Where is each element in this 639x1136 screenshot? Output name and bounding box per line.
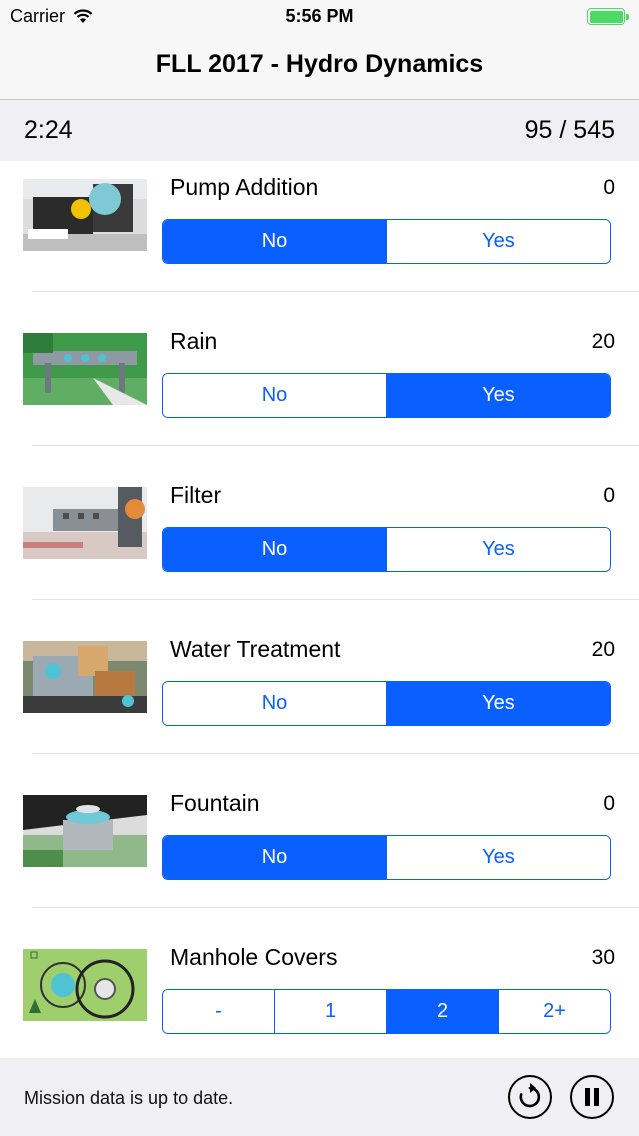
mission-points: 20 <box>591 638 615 661</box>
mission-row-rain: Rain 20 No Yes <box>0 292 639 446</box>
score-total: 95 / 545 <box>524 116 615 144</box>
pause-button[interactable] <box>570 1075 614 1119</box>
yes-option[interactable]: Yes <box>387 682 610 725</box>
mission-row-pump-addition: Pump Addition 0 No Yes <box>0 161 639 292</box>
manhole-covers-photo <box>23 949 147 1021</box>
mission-list[interactable]: Pump Addition 0 No Yes Rain 20 No Yes Fi… <box>0 161 639 1058</box>
option-none[interactable]: - <box>163 990 275 1033</box>
pause-icon <box>585 1088 599 1106</box>
pump-addition-photo <box>23 179 147 251</box>
score-info-bar: 2:24 95 / 545 <box>0 100 639 161</box>
mission-name: Fountain <box>170 790 260 816</box>
fountain-photo <box>23 795 147 867</box>
reset-icon <box>519 1083 541 1108</box>
bottom-toolbar: Mission data is up to date. <box>0 1058 639 1136</box>
no-option[interactable]: No <box>163 836 387 879</box>
mission-toggle-water-treatment[interactable]: No Yes <box>162 681 611 726</box>
mission-points: 0 <box>603 484 615 507</box>
mission-points: 0 <box>603 792 615 815</box>
yes-option[interactable]: Yes <box>387 836 610 879</box>
mission-toggle-rain[interactable]: No Yes <box>162 373 611 418</box>
mission-name: Filter <box>170 482 222 508</box>
mission-toggle-pump-addition[interactable]: No Yes <box>162 219 611 264</box>
mission-toggle-filter[interactable]: No Yes <box>162 527 611 572</box>
reset-button[interactable] <box>508 1075 552 1119</box>
mission-row-fountain: Fountain 0 No Yes <box>0 754 639 908</box>
yes-option[interactable]: Yes <box>387 528 610 571</box>
navigation-bar: FLL 2017 - Hydro Dynamics <box>0 34 639 100</box>
match-timer: 2:24 <box>24 116 73 144</box>
yes-option[interactable]: Yes <box>387 374 610 417</box>
mission-row-filter: Filter 0 No Yes <box>0 446 639 600</box>
yes-option[interactable]: Yes <box>387 220 610 263</box>
option-1[interactable]: 1 <box>275 990 387 1033</box>
battery-icon <box>587 8 629 25</box>
mission-points: 20 <box>591 330 615 353</box>
mission-name: Pump Addition <box>170 174 319 200</box>
no-option[interactable]: No <box>163 220 387 263</box>
no-option[interactable]: No <box>163 374 387 417</box>
mission-row-manhole-covers: Manhole Covers 30 - 1 2 2+ <box>0 908 639 1058</box>
option-2-plus[interactable]: 2+ <box>499 990 610 1033</box>
filter-photo <box>23 487 147 559</box>
option-2[interactable]: 2 <box>387 990 499 1033</box>
page-title: FLL 2017 - Hydro Dynamics <box>155 50 484 78</box>
mission-stepper-manhole-covers[interactable]: - 1 2 2+ <box>162 989 611 1034</box>
mission-row-water-treatment: Water Treatment 20 No Yes <box>0 600 639 754</box>
mission-toggle-fountain[interactable]: No Yes <box>162 835 611 880</box>
mission-points: 0 <box>603 176 615 199</box>
no-option[interactable]: No <box>163 682 387 725</box>
sync-status-text: Mission data is up to date. <box>24 1088 234 1108</box>
mission-name: Manhole Covers <box>170 944 338 970</box>
water-treatment-photo <box>23 641 147 713</box>
mission-name: Water Treatment <box>170 636 341 662</box>
rain-photo <box>23 333 147 405</box>
mission-points: 30 <box>591 946 615 969</box>
clock: 5:56 PM <box>285 6 354 26</box>
mission-name: Rain <box>170 328 218 354</box>
no-option[interactable]: No <box>163 528 387 571</box>
status-bar: Carrier 5:56 PM <box>0 0 639 34</box>
